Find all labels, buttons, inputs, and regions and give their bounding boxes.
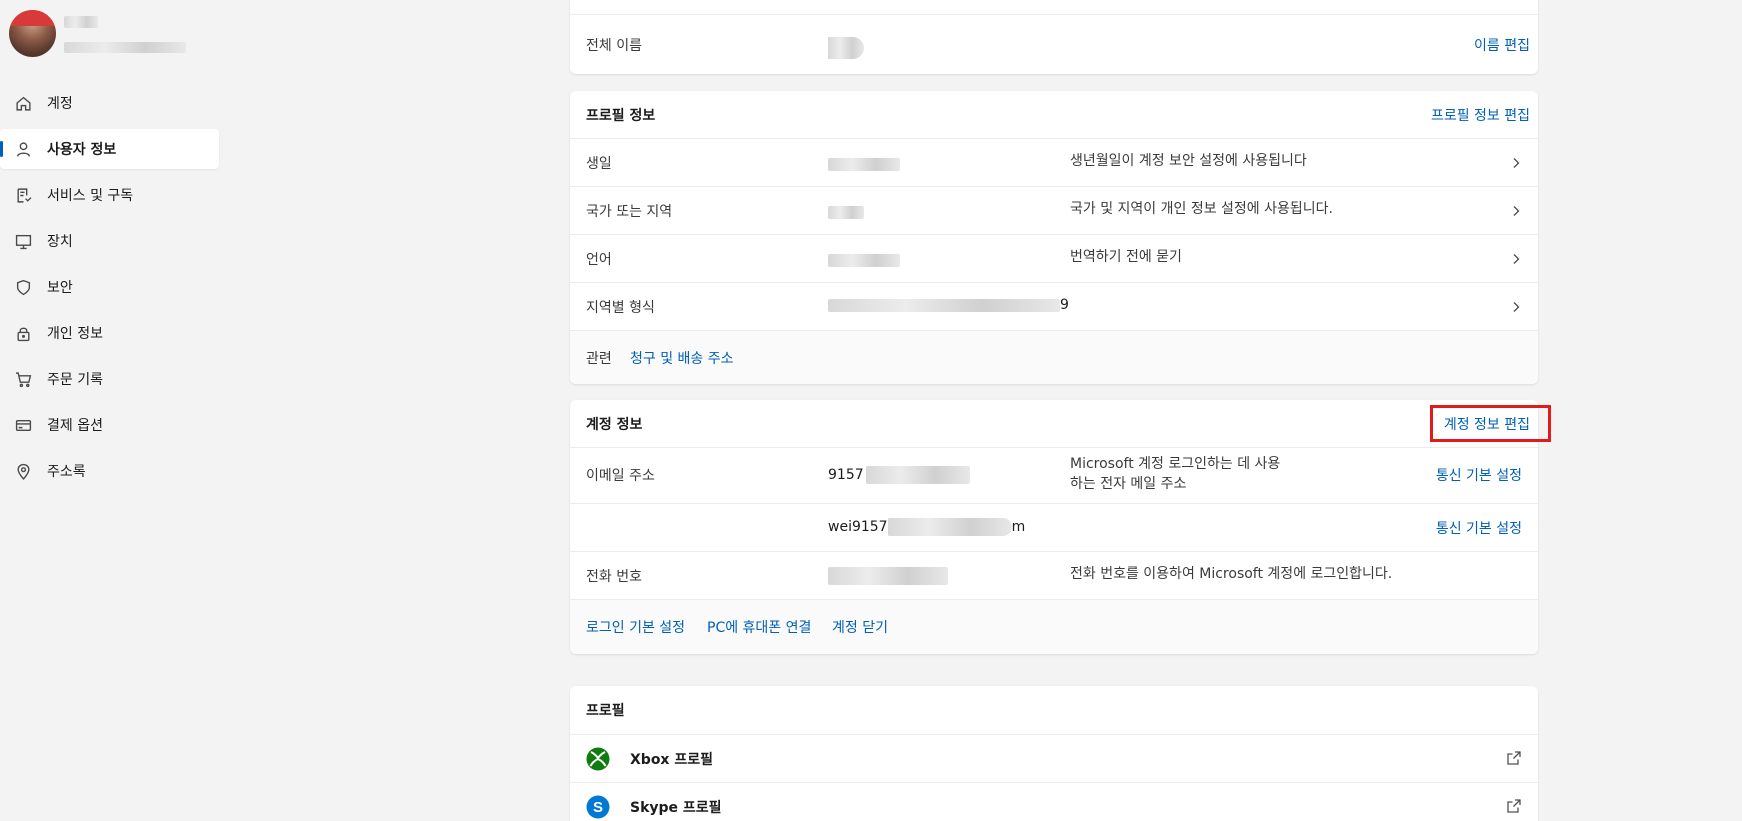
- chevron-right-icon: [1510, 301, 1522, 313]
- birthday-desc: 생년월일이 계정 보안 설정에 사용됩니다: [1070, 153, 1307, 169]
- blurred-email: [64, 41, 186, 53]
- sidebar-item-payment-options[interactable]: 결제 옵션: [0, 405, 219, 445]
- country-label: 국가 또는 지역: [586, 204, 673, 220]
- link-phone-to-pc-link[interactable]: PC에 휴대폰 연결: [707, 617, 811, 637]
- close-account-link[interactable]: 계정 닫기: [832, 617, 888, 637]
- sidebar-item-label: 장치: [47, 234, 73, 250]
- regional-format-row[interactable]: 지역별 형식 9: [570, 282, 1538, 330]
- sidebar-item-address-book[interactable]: 주소록: [0, 451, 219, 491]
- sidebar-item-devices[interactable]: 장치: [0, 221, 219, 261]
- account-links-row: 로그인 기본 설정 PC에 휴대폰 연결 계정 닫기: [570, 599, 1538, 654]
- full-name-label: 전체 이름: [586, 38, 642, 54]
- skype-profile-row[interactable]: S Skype 프로필: [570, 782, 1538, 821]
- phone-row: 전화 번호 전화 번호를 이용하여 Microsoft 계정에 로그인합니다.: [570, 551, 1538, 599]
- location-icon: [14, 462, 32, 480]
- sidebar-item-label: 계정: [47, 96, 73, 112]
- xbox-icon: [586, 747, 610, 771]
- country-value: [828, 204, 864, 220]
- email-row-2: wei9157 m 통신 기본 설정: [570, 503, 1538, 551]
- external-link-icon[interactable]: [1506, 798, 1522, 814]
- sidebar-item-label: 서비스 및 구독: [47, 188, 134, 204]
- language-desc: 번역하기 전에 묻기: [1070, 249, 1182, 265]
- sidebar-item-account[interactable]: 계정: [0, 83, 219, 123]
- sidebar-item-label: 보안: [47, 280, 73, 296]
- account-info-header: 계정 정보 계정 정보 편집: [570, 400, 1538, 447]
- cart-icon: [14, 370, 32, 388]
- country-row[interactable]: 국가 또는 지역 국가 및 지역이 개인 정보 설정에 사용됩니다.: [570, 186, 1538, 234]
- phone-label: 전화 번호: [586, 569, 642, 585]
- sidebar-item-label: 주소록: [47, 464, 86, 480]
- email-desc: Microsoft 계정 로그인하는 데 사용 하는 전자 메일 주소: [1070, 456, 1281, 492]
- related-row: 관련 청구 및 배송 주소: [570, 330, 1538, 384]
- sidebar-item-services[interactable]: 서비스 및 구독: [0, 175, 219, 215]
- sidebar: 계정 사용자 정보 서비스 및 구독 장치 보안 개인 정보 주문 기록 결제 …: [0, 0, 222, 821]
- email-value-1: 9157: [828, 466, 970, 484]
- country-desc: 국가 및 지역이 개인 정보 설정에 사용됩니다.: [1070, 201, 1333, 217]
- profiles-header: 프로필: [570, 686, 1538, 734]
- sidebar-item-label: 사용자 정보: [47, 142, 117, 158]
- skype-icon: S: [586, 795, 610, 819]
- communication-preferences-link-1[interactable]: 통신 기본 설정: [1436, 465, 1522, 485]
- name-card: 전체 이름 이름 편집: [570, 0, 1538, 74]
- user-profile[interactable]: [9, 10, 186, 57]
- xbox-profile-label: Xbox 프로필: [630, 752, 713, 768]
- birthday-row[interactable]: 생일 생년월일이 계정 보안 설정에 사용됩니다: [570, 138, 1538, 186]
- full-name-row: 전체 이름 이름 편집: [570, 14, 1538, 74]
- sidebar-item-label: 개인 정보: [47, 326, 103, 342]
- shield-icon: [14, 278, 32, 296]
- external-link-icon[interactable]: [1506, 750, 1522, 766]
- card-icon: [14, 416, 32, 434]
- lock-icon: [14, 324, 32, 342]
- billing-address-link[interactable]: 청구 및 배송 주소: [630, 348, 734, 368]
- highlight-box: [1430, 405, 1551, 442]
- skype-profile-label: Skype 프로필: [630, 800, 722, 816]
- regional-format-label: 지역별 형식: [586, 300, 655, 316]
- sign-in-preferences-link[interactable]: 로그인 기본 설정: [586, 617, 685, 637]
- profiles-title: 프로필: [586, 703, 625, 719]
- birthday-value: [828, 156, 900, 172]
- email-row-1: 이메일 주소 9157 Microsoft 계정 로그인하는 데 사용 하는 전…: [570, 447, 1538, 503]
- chevron-right-icon: [1510, 253, 1522, 265]
- sidebar-item-label: 주문 기록: [47, 372, 103, 388]
- edit-profile-info-link[interactable]: 프로필 정보 편집: [1431, 105, 1530, 125]
- sidebar-item-privacy[interactable]: 개인 정보: [0, 313, 219, 353]
- home-icon: [14, 94, 32, 112]
- profile-info-header: 프로필 정보 프로필 정보 편집: [570, 91, 1538, 138]
- phone-value: [828, 567, 948, 585]
- chevron-right-icon: [1510, 157, 1522, 169]
- email-label: 이메일 주소: [586, 468, 655, 484]
- sidebar-item-security[interactable]: 보안: [0, 267, 219, 307]
- person-icon: [14, 140, 32, 158]
- email-value-2: wei9157 m: [828, 518, 1026, 536]
- avatar[interactable]: [9, 10, 56, 57]
- xbox-profile-row[interactable]: Xbox 프로필: [570, 734, 1538, 782]
- sidebar-item-your-info[interactable]: 사용자 정보: [0, 129, 219, 169]
- account-info-card: 계정 정보 계정 정보 편집 이메일 주소 9157 Microsoft 계정 …: [570, 400, 1538, 654]
- related-label: 관련: [586, 351, 612, 367]
- regional-format-value: 9: [828, 297, 1069, 313]
- language-value: [828, 252, 900, 268]
- monitor-icon: [14, 232, 32, 250]
- language-label: 언어: [586, 252, 612, 268]
- account-info-title: 계정 정보: [586, 417, 643, 433]
- phone-desc: 전화 번호를 이용하여 Microsoft 계정에 로그인합니다.: [1070, 566, 1393, 582]
- sidebar-item-label: 결제 옵션: [47, 418, 103, 434]
- edit-name-link[interactable]: 이름 편집: [1474, 35, 1530, 55]
- regional-format-suffix: 9: [1060, 297, 1069, 313]
- communication-preferences-link-2[interactable]: 통신 기본 설정: [1436, 518, 1522, 538]
- full-name-value: [828, 37, 864, 59]
- sidebar-nav: 계정 사용자 정보 서비스 및 구독 장치 보안 개인 정보 주문 기록 결제 …: [0, 83, 222, 497]
- birthday-label: 생일: [586, 156, 612, 172]
- profile-info-card: 프로필 정보 프로필 정보 편집 생일 생년월일이 계정 보안 설정에 사용됩니…: [570, 91, 1538, 384]
- profile-info-title: 프로필 정보: [586, 108, 656, 124]
- profiles-card: 프로필 Xbox 프로필 S Skype 프로필: [570, 686, 1538, 821]
- chevron-right-icon: [1510, 205, 1522, 217]
- profile-text: [64, 12, 186, 56]
- language-row[interactable]: 언어 번역하기 전에 묻기: [570, 234, 1538, 282]
- svg-text:S: S: [593, 799, 603, 816]
- subscription-icon: [14, 186, 32, 204]
- blurred-name: [64, 16, 98, 28]
- sidebar-item-order-history[interactable]: 주문 기록: [0, 359, 219, 399]
